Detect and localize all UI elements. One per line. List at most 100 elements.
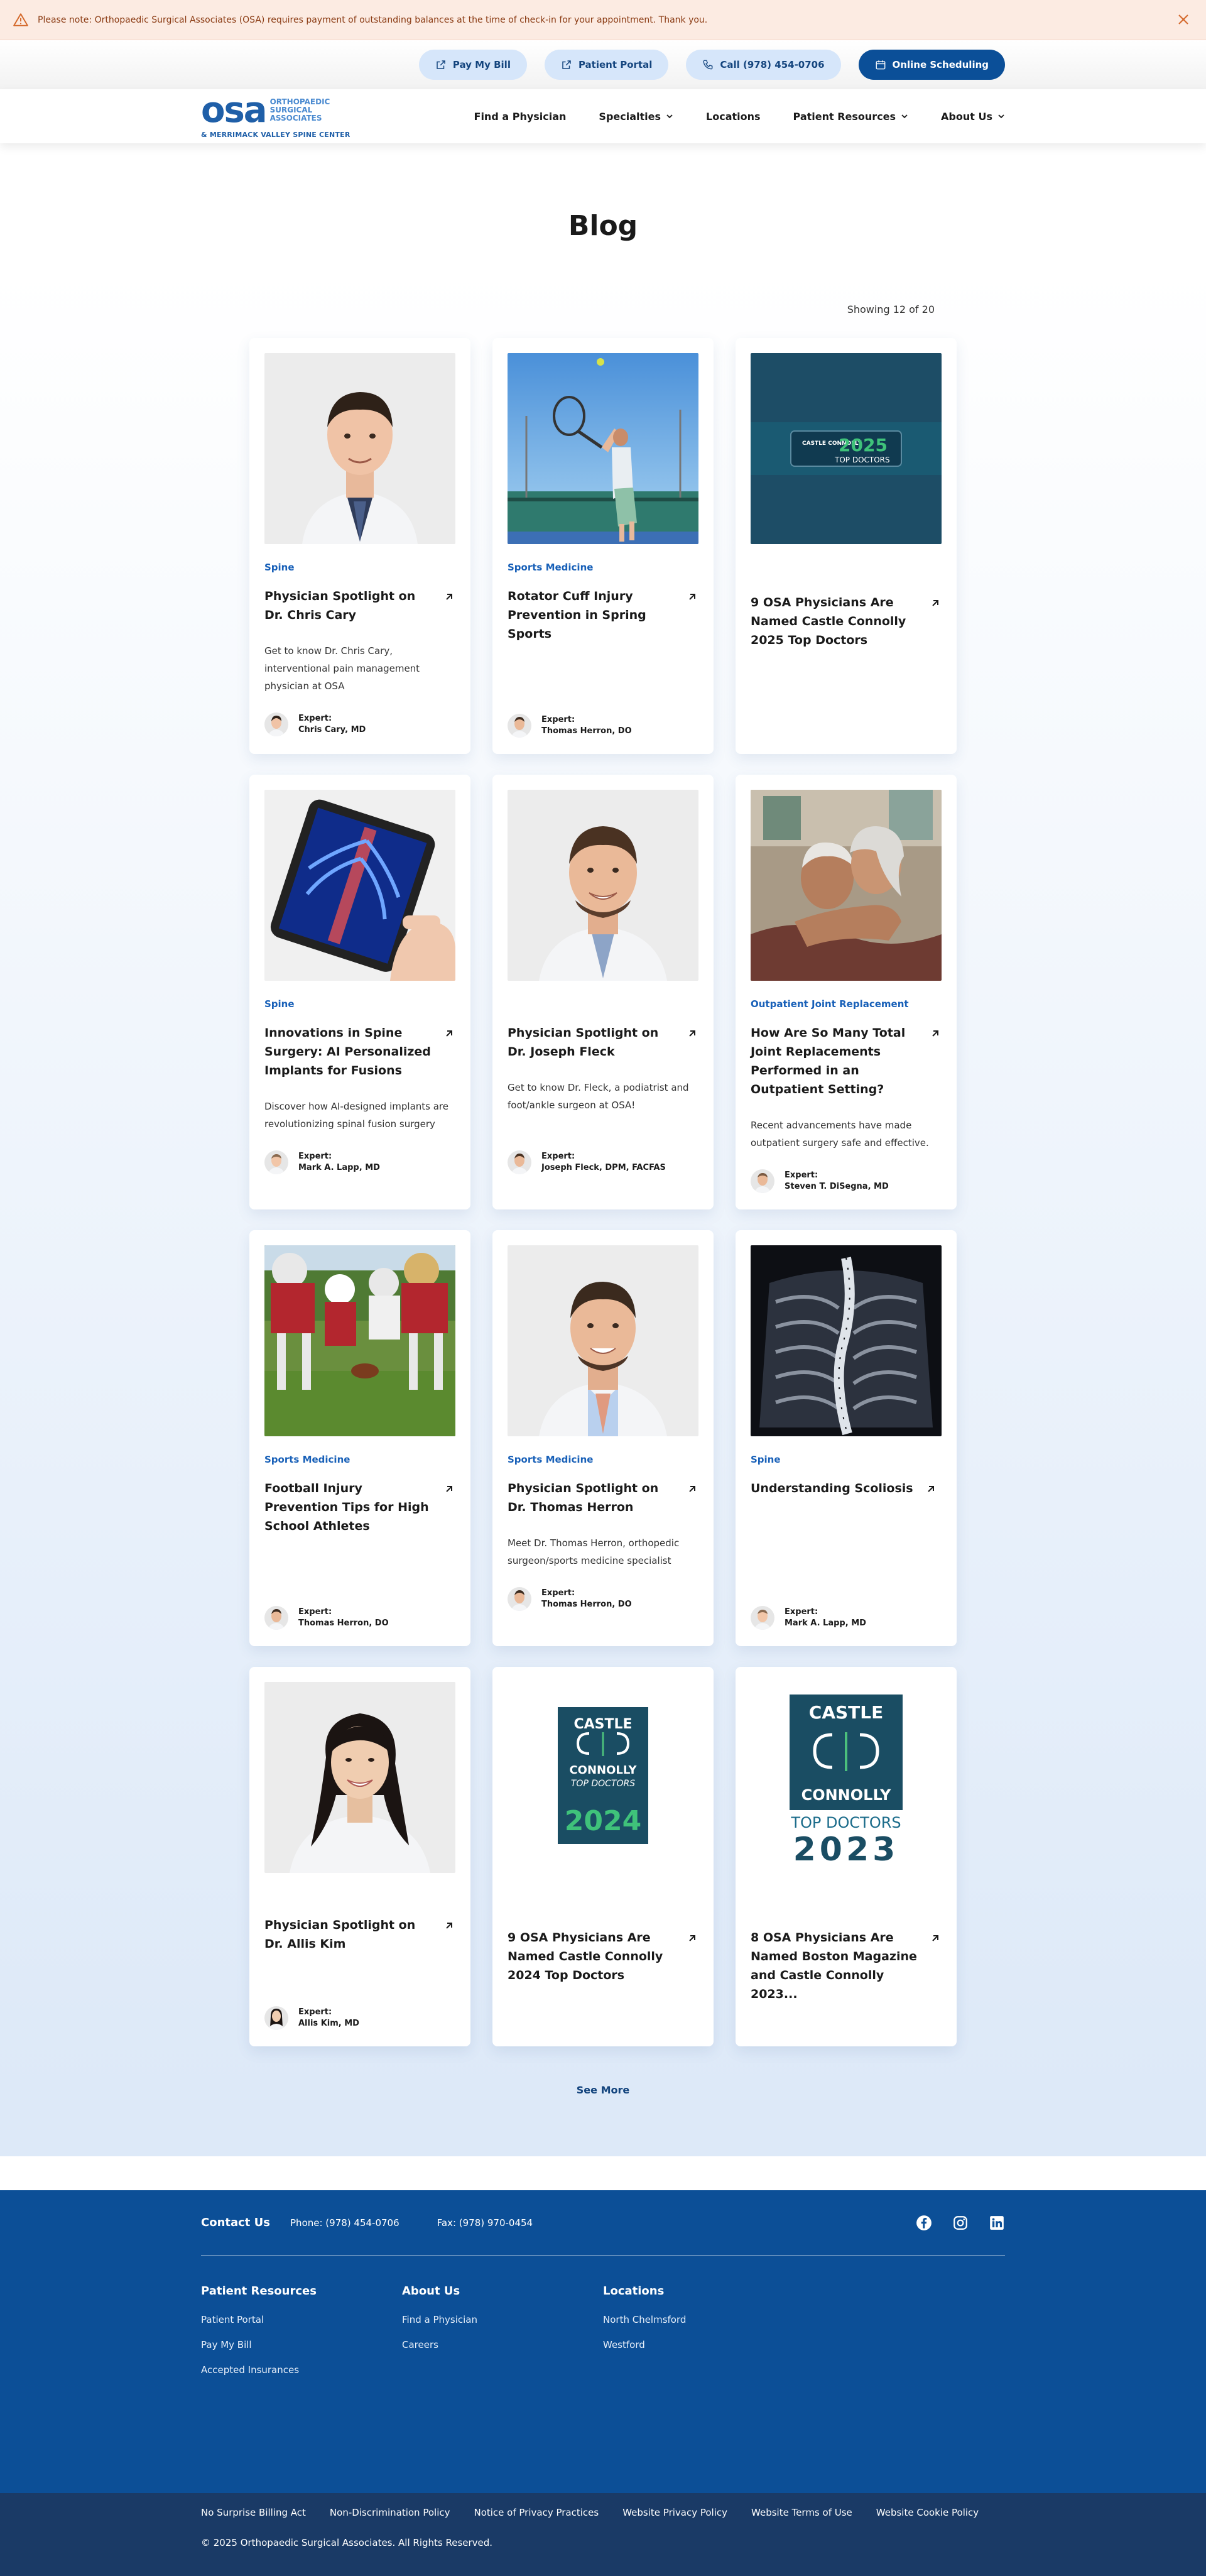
expert-label: Expert: bbox=[785, 1171, 818, 1180]
blog-card[interactable]: CASTLE CONNOLLY TOP DOCTORS 2023 8 OSA P… bbox=[736, 1667, 957, 2046]
avatar bbox=[751, 1606, 774, 1630]
card-image bbox=[508, 790, 698, 981]
expert-label: Expert: bbox=[541, 1588, 575, 1598]
card-image: CASTLE CONNOLLY TOP DOCTORS 2023 bbox=[751, 1682, 942, 1873]
arrow-up-right-icon bbox=[932, 1030, 938, 1037]
footer-link-accepted-insurances[interactable]: Accepted Insurances bbox=[201, 2364, 402, 2376]
card-excerpt bbox=[264, 1553, 455, 1588]
footer-link-patient-portal[interactable]: Patient Portal bbox=[201, 2314, 402, 2325]
footer-link-careers[interactable]: Careers bbox=[402, 2339, 603, 2350]
expert-label: Expert: bbox=[298, 1152, 332, 1161]
card-title[interactable]: Physician Spotlight on Dr. Joseph Fleck bbox=[508, 1023, 678, 1061]
arrow-up-right-icon bbox=[932, 1935, 938, 1941]
blog-section: Blog Showing 12 of 20 Spine Physician Sp… bbox=[0, 143, 1206, 2156]
footer-column-title: Patient Resources bbox=[201, 2284, 317, 2298]
badge-line-1: CASTLE bbox=[809, 1702, 883, 1723]
avatar bbox=[751, 1169, 774, 1193]
card-expert: Expert: Mark A. Lapp, MD bbox=[751, 1606, 942, 1630]
legal-link-cookie-policy[interactable]: Website Cookie Policy bbox=[876, 2507, 979, 2518]
card-title[interactable]: Physician Spotlight on Dr. Allis Kim bbox=[264, 1916, 435, 1953]
contact-phone[interactable]: Phone: (978) 454-0706 bbox=[290, 2217, 399, 2229]
legal-link-terms-of-use[interactable]: Website Terms of Use bbox=[751, 2507, 852, 2518]
legal-link-privacy-policy[interactable]: Website Privacy Policy bbox=[622, 2507, 727, 2518]
footer-link-pay-my-bill[interactable]: Pay My Bill bbox=[201, 2339, 402, 2350]
card-excerpt: Discover how AI-designed implants are re… bbox=[264, 1101, 448, 1130]
nav-patient-resources[interactable]: Patient Resources bbox=[793, 111, 909, 123]
badge-line-1: CASTLE bbox=[573, 1716, 632, 1732]
card-title[interactable]: 9 OSA Physicians Are Named Castle Connol… bbox=[508, 1928, 678, 1985]
patient-portal-button[interactable]: Patient Portal bbox=[544, 50, 669, 80]
card-image: CASTLE CONNOLLY 2025 TOP DOCTORS bbox=[751, 353, 942, 544]
card-title[interactable]: Innovations in Spine Surgery: AI Persona… bbox=[264, 1023, 435, 1080]
card-title[interactable]: 8 OSA Physicians Are Named Boston Magazi… bbox=[751, 1928, 921, 2004]
card-title[interactable]: Football Injury Prevention Tips for High… bbox=[264, 1479, 435, 1536]
blog-card[interactable]: Sports Medicine Rotator Cuff Injury Prev… bbox=[492, 338, 714, 754]
footer-link-north-chelmsford[interactable]: North Chelmsford bbox=[603, 2314, 804, 2325]
blog-card[interactable]: Spine Understanding Scoliosis Expert: Mar… bbox=[736, 1230, 957, 1646]
call-label: Call (978) 454-0706 bbox=[720, 59, 825, 70]
avatar bbox=[508, 1150, 531, 1174]
chevron-down-icon bbox=[901, 114, 908, 119]
expert-name: Chris Cary, MD bbox=[298, 725, 366, 734]
blog-card[interactable]: Spine Innovations in Spine Surgery: AI P… bbox=[249, 775, 470, 1209]
legal-link-no-surprise-billing[interactable]: No Surprise Billing Act bbox=[201, 2507, 306, 2518]
call-button[interactable]: Call (978) 454-0706 bbox=[686, 50, 841, 80]
external-link-icon bbox=[562, 60, 571, 69]
card-title[interactable]: How Are So Many Total Joint Replacements… bbox=[751, 1023, 921, 1099]
footer-link-westford[interactable]: Westford bbox=[603, 2339, 804, 2350]
arrow-up-right-icon bbox=[446, 594, 452, 600]
nav-locations[interactable]: Locations bbox=[706, 111, 761, 123]
nav-find-physician[interactable]: Find a Physician bbox=[474, 111, 567, 123]
card-excerpt: Get to know Dr. Fleck, a podiatrist and … bbox=[508, 1082, 689, 1111]
expert-name: Mark A. Lapp, MD bbox=[298, 1163, 380, 1172]
facebook-icon[interactable] bbox=[916, 2215, 932, 2231]
blog-card[interactable]: CASTLE CONNOLLY 2025 TOP DOCTORS 9 OSA P… bbox=[736, 338, 957, 754]
arrow-up-right-icon bbox=[689, 594, 695, 600]
main-navigation: osa ORTHOPAEDIC SURGICAL ASSOCIATES & ME… bbox=[0, 89, 1206, 143]
nav-about-us[interactable]: About Us bbox=[941, 111, 1005, 123]
card-title[interactable]: Rotator Cuff Injury Prevention in Spring… bbox=[508, 587, 678, 643]
blog-card[interactable]: Spine Physician Spotlight on Dr. Chris C… bbox=[249, 338, 470, 754]
legal-link-privacy-practices[interactable]: Notice of Privacy Practices bbox=[474, 2507, 599, 2518]
site-logo[interactable]: osa ORTHOPAEDIC SURGICAL ASSOCIATES & ME… bbox=[201, 92, 350, 139]
notice-text: Please note: Orthopaedic Surgical Associ… bbox=[38, 14, 708, 25]
avatar bbox=[508, 1587, 531, 1611]
legal-link-non-discrimination[interactable]: Non-Discrimination Policy bbox=[330, 2507, 450, 2518]
card-image bbox=[264, 1682, 455, 1873]
blog-card[interactable]: CASTLE CONNOLLY TOP DOCTORS 2024 9 OSA P… bbox=[492, 1667, 714, 2046]
pay-bill-button[interactable]: Pay My Bill bbox=[418, 50, 527, 80]
blog-card[interactable]: Sports Medicine Physician Spotlight on D… bbox=[492, 1230, 714, 1646]
expert-name: Thomas Herron, DO bbox=[541, 1600, 632, 1609]
card-title[interactable]: Understanding Scoliosis bbox=[751, 1479, 913, 1498]
footer: Contact Us Phone: (978) 454-0706 Fax: (9… bbox=[0, 2190, 1206, 2493]
arrow-up-right-icon bbox=[446, 1923, 452, 1929]
expert-label: Expert: bbox=[785, 1607, 818, 1617]
card-excerpt bbox=[751, 1515, 942, 1588]
linkedin-icon[interactable] bbox=[989, 2215, 1005, 2231]
avatar bbox=[264, 712, 288, 736]
footer-link-find-physician[interactable]: Find a Physician bbox=[402, 2314, 603, 2325]
card-excerpt: Meet Dr. Thomas Herron, orthopedic surge… bbox=[508, 1537, 680, 1566]
card-title[interactable]: Physician Spotlight on Dr. Thomas Herron bbox=[508, 1479, 678, 1517]
nav-specialties[interactable]: Specialties bbox=[599, 111, 673, 123]
arrow-up-right-icon bbox=[689, 1030, 695, 1037]
close-icon[interactable] bbox=[1176, 12, 1191, 27]
blog-card[interactable]: Physician Spotlight on Dr. Joseph Fleck … bbox=[492, 775, 714, 1209]
blog-card[interactable]: Outpatient Joint Replacement How Are So … bbox=[736, 775, 957, 1209]
blog-card[interactable]: Sports Medicine Football Injury Preventi… bbox=[249, 1230, 470, 1646]
instagram-icon[interactable] bbox=[952, 2215, 969, 2231]
chevron-down-icon bbox=[998, 114, 1004, 119]
expert-name: Joseph Fleck, DPM, FACFAS bbox=[541, 1163, 666, 1172]
footer-column-about-us: About Us Find a Physician Careers bbox=[402, 2284, 603, 2389]
pay-bill-label: Pay My Bill bbox=[452, 59, 511, 70]
logo-line-3: ASSOCIATES bbox=[269, 114, 322, 123]
online-scheduling-button[interactable]: Online Scheduling bbox=[858, 50, 1005, 80]
blog-card[interactable]: Physician Spotlight on Dr. Allis Kim Exp… bbox=[249, 1667, 470, 2046]
footer-column-title: Locations bbox=[603, 2284, 665, 2298]
external-link-icon bbox=[437, 60, 445, 69]
card-category: Sports Medicine bbox=[508, 1454, 594, 1465]
see-more-button[interactable]: See More bbox=[0, 2084, 1206, 2096]
card-title[interactable]: 9 OSA Physicians Are Named Castle Connol… bbox=[751, 593, 921, 650]
card-title[interactable]: Physician Spotlight on Dr. Chris Cary bbox=[264, 587, 435, 625]
copyright: © 2025 Orthopaedic Surgical Associates. … bbox=[201, 2537, 493, 2548]
